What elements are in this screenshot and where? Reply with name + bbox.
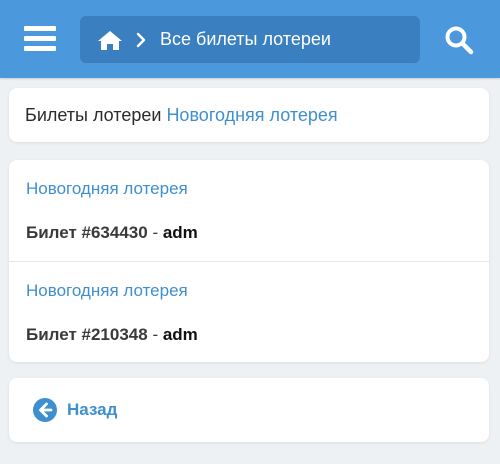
ticket-info: Билет #634430 - adm — [26, 223, 198, 243]
home-icon[interactable] — [96, 27, 124, 53]
arrow-left-circle-icon — [33, 398, 57, 422]
hamburger-menu-icon[interactable] — [24, 26, 56, 52]
ticket-separator: - — [147, 325, 163, 344]
ticket-lottery-link[interactable]: Новогодняя лотерея — [26, 179, 188, 199]
list-item: Новогодняя лотерея Билет #210348 - adm — [9, 261, 489, 363]
chevron-right-icon — [136, 32, 148, 48]
back-button[interactable]: Назад — [9, 378, 489, 442]
page-title: Билеты лотереи Новогодняя лотерея — [9, 105, 338, 126]
ticket-owner-link[interactable]: adm — [163, 223, 198, 242]
breadcrumb[interactable]: Все билеты лотереи — [80, 16, 420, 63]
back-button-label: Назад — [67, 400, 118, 419]
search-icon[interactable] — [444, 25, 474, 55]
ticket-info: Билет #210348 - adm — [26, 325, 198, 345]
list-item: Новогодняя лотерея Билет #634430 - adm — [9, 160, 489, 261]
lottery-link[interactable]: Новогодняя лотерея — [166, 105, 337, 125]
tickets-list: Новогодняя лотерея Билет #634430 - adm Н… — [9, 160, 489, 362]
ticket-number: Билет #210348 — [26, 325, 148, 344]
ticket-owner-link[interactable]: adm — [163, 325, 198, 344]
page-title-card: Билеты лотереи Новогодняя лотерея — [9, 88, 489, 142]
ticket-separator: - — [147, 223, 163, 242]
ticket-number: Билет #634430 — [26, 223, 148, 242]
top-bar: Все билеты лотереи — [0, 0, 500, 78]
page-title-prefix: Билеты лотереи — [25, 104, 162, 125]
breadcrumb-current: Все билеты лотереи — [160, 29, 331, 49]
ticket-lottery-link[interactable]: Новогодняя лотерея — [26, 281, 188, 301]
